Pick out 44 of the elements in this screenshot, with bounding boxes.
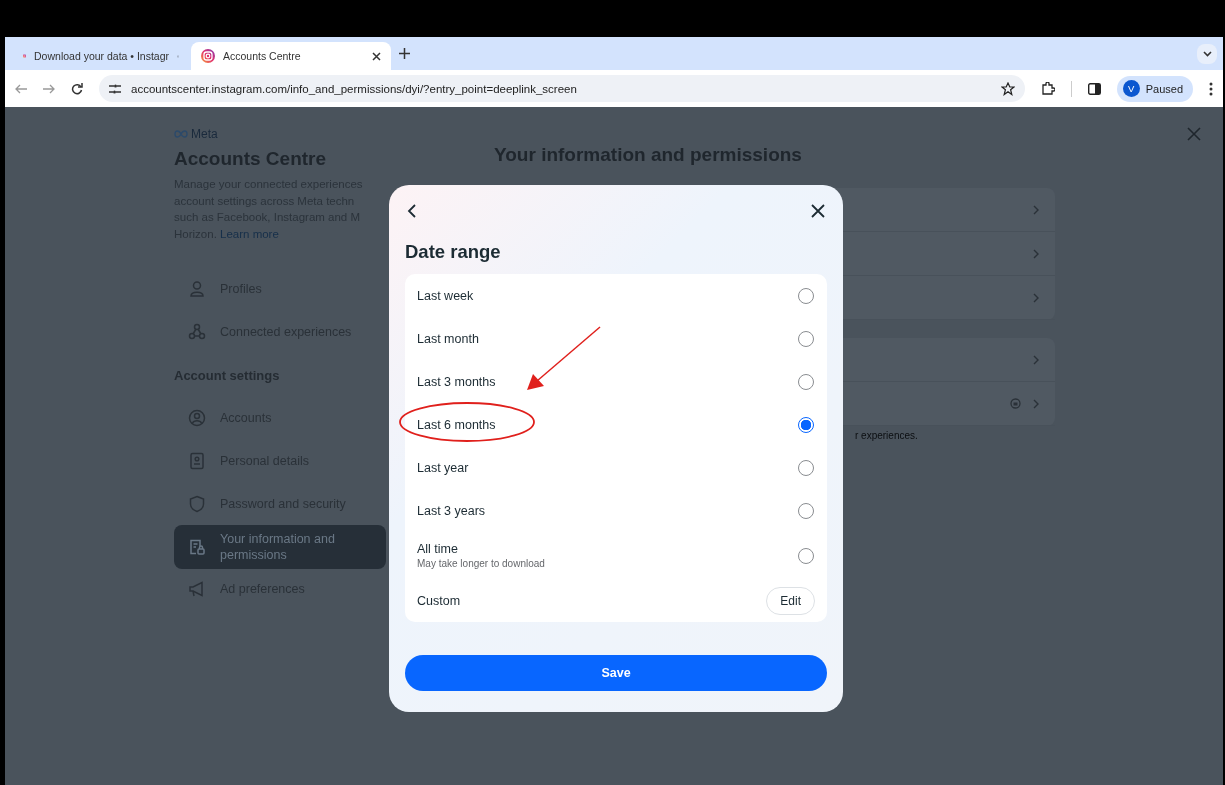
chevron-icon <box>1033 248 1039 259</box>
chevron-icon <box>1033 354 1039 365</box>
address-bar[interactable]: accountscenter.instagram.com/info_and_permissions/dyi/?entry_point=deeplink_screen <box>99 75 1025 102</box>
option-label: Custom <box>417 593 461 608</box>
option-label: All time <box>417 542 459 556</box>
nodes-icon <box>188 323 206 342</box>
puzzle-icon[interactable] <box>1040 81 1055 96</box>
badge-icon <box>188 452 206 471</box>
infinity-icon <box>174 130 188 138</box>
tab-search-button[interactable] <box>1197 43 1217 64</box>
forward-icon[interactable] <box>43 83 55 94</box>
radio-button[interactable] <box>798 416 814 433</box>
megaphone-icon <box>188 580 206 599</box>
avatar: V <box>1122 80 1140 97</box>
doc-icon <box>188 537 206 556</box>
person-icon <box>188 280 206 299</box>
dialog-title: Date range <box>405 241 502 263</box>
option-label: Last 6 months <box>417 417 496 432</box>
option-label: Last week <box>417 288 474 303</box>
option-label: Last month <box>417 331 479 346</box>
back-icon[interactable] <box>407 204 416 218</box>
browser-tab[interactable]: Accounts Centre <box>191 42 391 70</box>
footnote-text: r experiences. <box>855 430 918 441</box>
caret-icon <box>1202 50 1212 57</box>
menu-icon[interactable] <box>1209 81 1213 96</box>
nav-item[interactable]: Your information and permissions <box>174 524 386 569</box>
chevron-icon <box>1033 292 1039 303</box>
shield-icon <box>188 495 206 514</box>
chevron-icon <box>1033 204 1039 215</box>
new-tab-icon[interactable] <box>399 48 410 59</box>
browser-tab[interactable]: Download your data • Instagr <box>13 42 189 70</box>
side-panel-icon[interactable] <box>1087 82 1101 95</box>
star-icon[interactable] <box>1000 81 1015 96</box>
account-icon <box>188 409 206 428</box>
save-button[interactable]: Save <box>405 655 827 691</box>
chevron-icon <box>1033 398 1039 409</box>
profile-button[interactable]: V Paused <box>1116 75 1193 102</box>
reload-icon[interactable] <box>71 82 83 95</box>
option-label: Last year <box>417 460 469 475</box>
site-settings-icon[interactable] <box>109 83 121 94</box>
edit-button[interactable]: Edit <box>766 586 815 615</box>
option-label: Last 3 months <box>417 374 496 389</box>
option-hint: May take longer to download <box>417 558 545 569</box>
option-label: Last 3 years <box>417 503 486 518</box>
